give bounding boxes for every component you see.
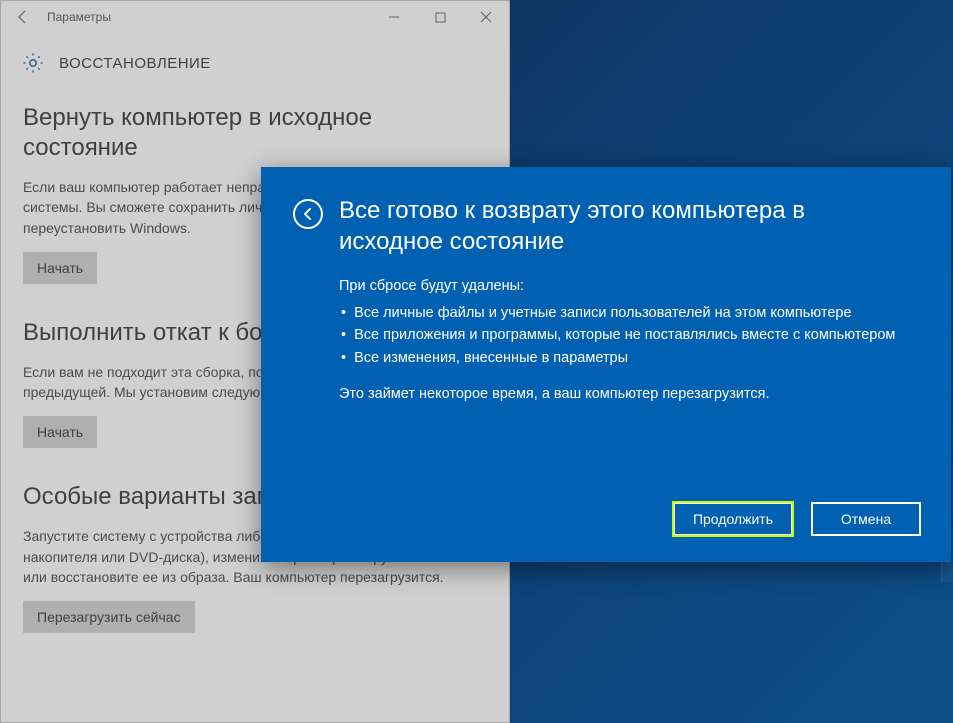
page-title: ВОССТАНОВЛЕНИЕ	[59, 55, 211, 72]
back-button[interactable]	[9, 3, 37, 31]
reset-confirm-dialog: Все готово к возврату этого компьютера в…	[261, 167, 951, 562]
page-header: ВОССТАНОВЛЕНИЕ	[1, 33, 509, 85]
section-heading: Вернуть компьютер в исходное состояние	[23, 103, 487, 163]
dialog-bullet: Все личные файлы и учетные записи пользо…	[339, 302, 915, 324]
titlebar: Параметры	[1, 1, 509, 33]
dialog-header: Все готово к возврату этого компьютера в…	[293, 195, 915, 257]
dialog-bullet: Все изменения, внесенные в параметры	[339, 347, 915, 369]
close-button[interactable]	[463, 1, 509, 33]
rollback-start-button[interactable]: Начать	[23, 416, 97, 448]
minimize-button[interactable]	[371, 1, 417, 33]
cancel-button[interactable]: Отмена	[811, 502, 921, 536]
maximize-button[interactable]	[417, 1, 463, 33]
dialog-back-button[interactable]	[293, 199, 323, 229]
dialog-bullet: Все приложения и программы, которые не п…	[339, 324, 915, 346]
reset-start-button[interactable]: Начать	[23, 252, 97, 284]
window-controls	[371, 1, 509, 33]
dialog-lead: При сбросе будут удалены:	[339, 275, 915, 297]
restart-now-button[interactable]: Перезагрузить сейчас	[23, 601, 195, 633]
window-title: Параметры	[47, 10, 111, 24]
dialog-body: При сбросе будут удалены: Все личные фай…	[339, 275, 915, 405]
dialog-buttons: Продолжить Отмена	[673, 502, 921, 536]
continue-button[interactable]: Продолжить	[673, 502, 793, 536]
dialog-bullet-list: Все личные файлы и учетные записи пользо…	[339, 302, 915, 369]
dialog-title: Все готово к возврату этого компьютера в…	[339, 195, 915, 257]
dialog-note: Это займет некоторое время, а ваш компью…	[339, 383, 915, 405]
gear-icon	[21, 51, 45, 75]
